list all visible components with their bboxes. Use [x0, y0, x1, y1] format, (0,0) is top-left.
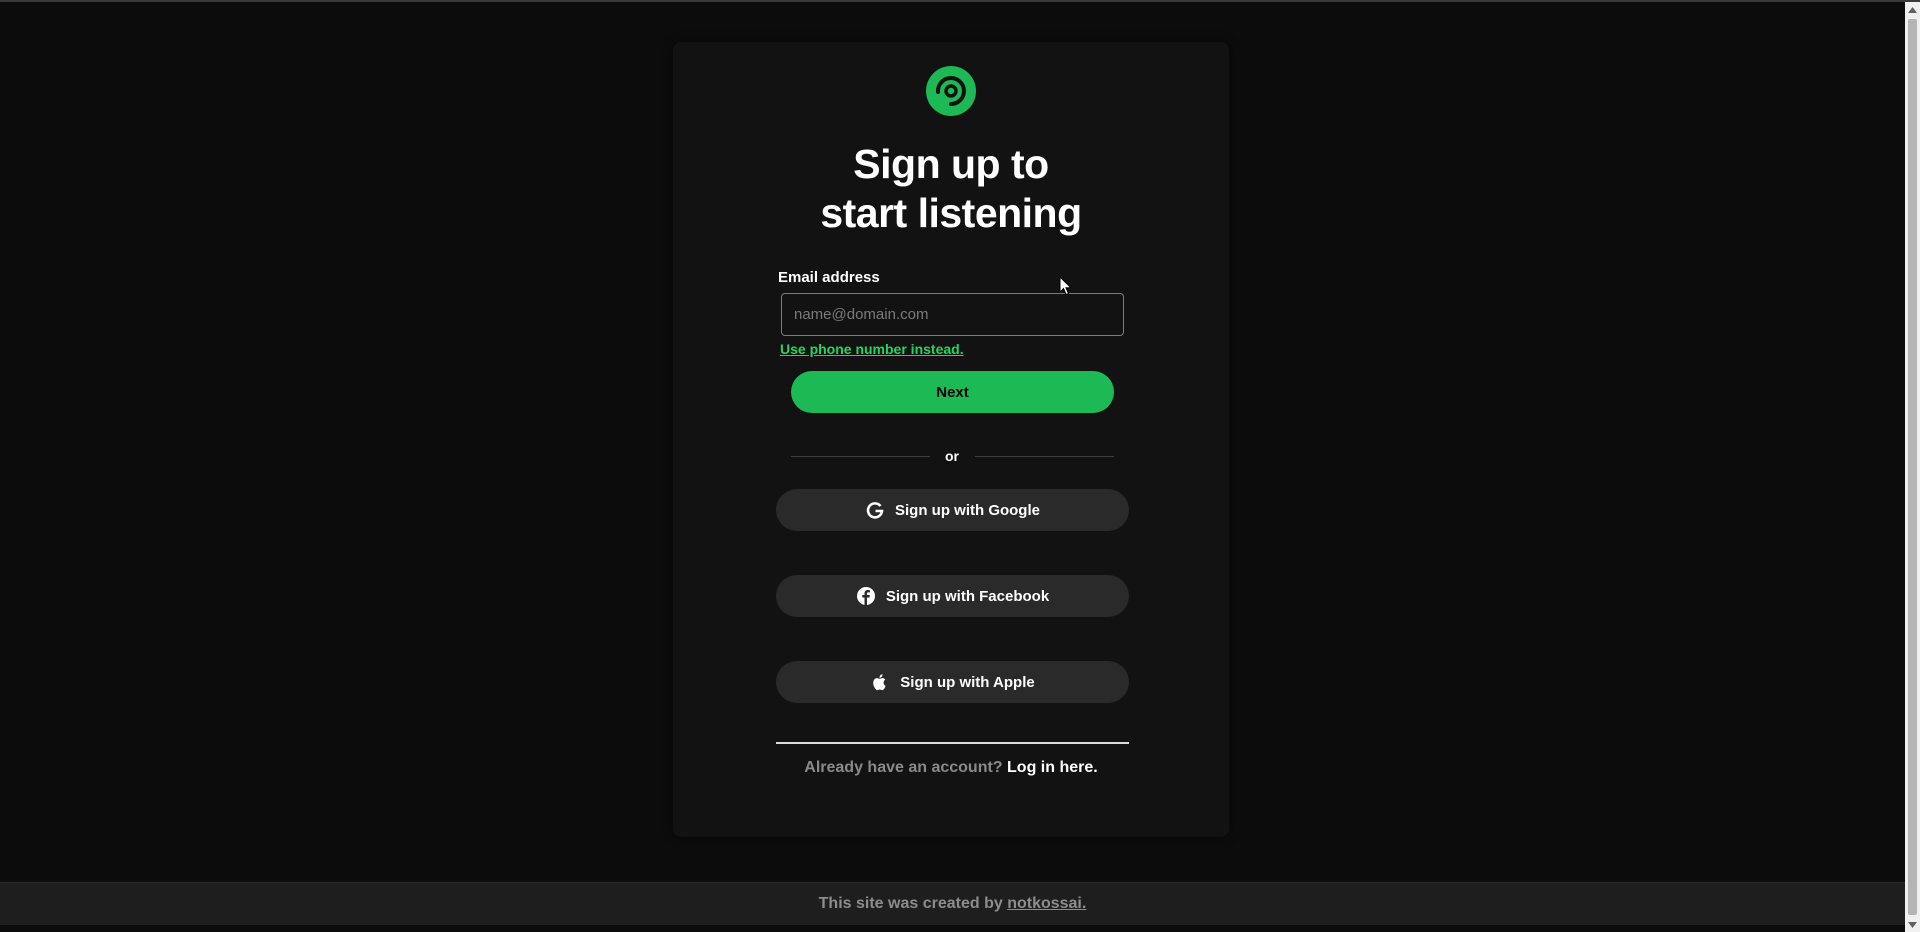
facebook-signup-button[interactable]: Sign up with Facebook: [776, 575, 1129, 617]
facebook-signup-label: Sign up with Facebook: [885, 587, 1050, 605]
login-link[interactable]: Log in here.: [1007, 759, 1098, 776]
logo-icon: [926, 66, 976, 116]
footer-text: This site was created by: [818, 895, 1003, 912]
apple-signup-label: Sign up with Apple: [900, 673, 1035, 691]
title-line-2: start listening: [820, 190, 1082, 236]
scrollbar-thumb[interactable]: [1908, 19, 1917, 915]
divider-left: [791, 456, 930, 457]
site-footer: This site was created by notkossai.: [0, 882, 1905, 925]
divider-or: or: [945, 448, 959, 464]
title-line-1: Sign up to: [853, 141, 1049, 187]
page-title: Sign up to start listening: [673, 140, 1229, 238]
apple-signup-button[interactable]: Sign up with Apple: [776, 661, 1129, 703]
google-signup-label: Sign up with Google: [895, 501, 1040, 519]
email-field[interactable]: [781, 293, 1124, 336]
apple-icon: [870, 672, 890, 692]
section-divider: [776, 742, 1129, 744]
google-icon: [865, 500, 885, 520]
mouse-cursor-icon: [1059, 276, 1073, 296]
login-prompt: Already have an account?: [804, 759, 1003, 776]
next-button[interactable]: Next: [791, 371, 1114, 413]
signup-card: Sign up to start listening Email address…: [673, 42, 1229, 837]
use-phone-link[interactable]: Use phone number instead.: [780, 341, 964, 357]
divider-right: [975, 456, 1114, 457]
page-viewport: Sign up to start listening Email address…: [0, 2, 1905, 932]
email-label: Email address: [778, 269, 880, 286]
facebook-icon: [856, 586, 876, 606]
login-row: Already have an account? Log in here.: [673, 759, 1229, 777]
footer-author-link[interactable]: notkossai.: [1007, 895, 1086, 912]
scroll-up-arrow-icon[interactable]: [1905, 2, 1920, 17]
scroll-down-arrow-icon[interactable]: [1905, 917, 1920, 932]
vertical-scrollbar[interactable]: [1905, 2, 1920, 932]
google-signup-button[interactable]: Sign up with Google: [776, 489, 1129, 531]
